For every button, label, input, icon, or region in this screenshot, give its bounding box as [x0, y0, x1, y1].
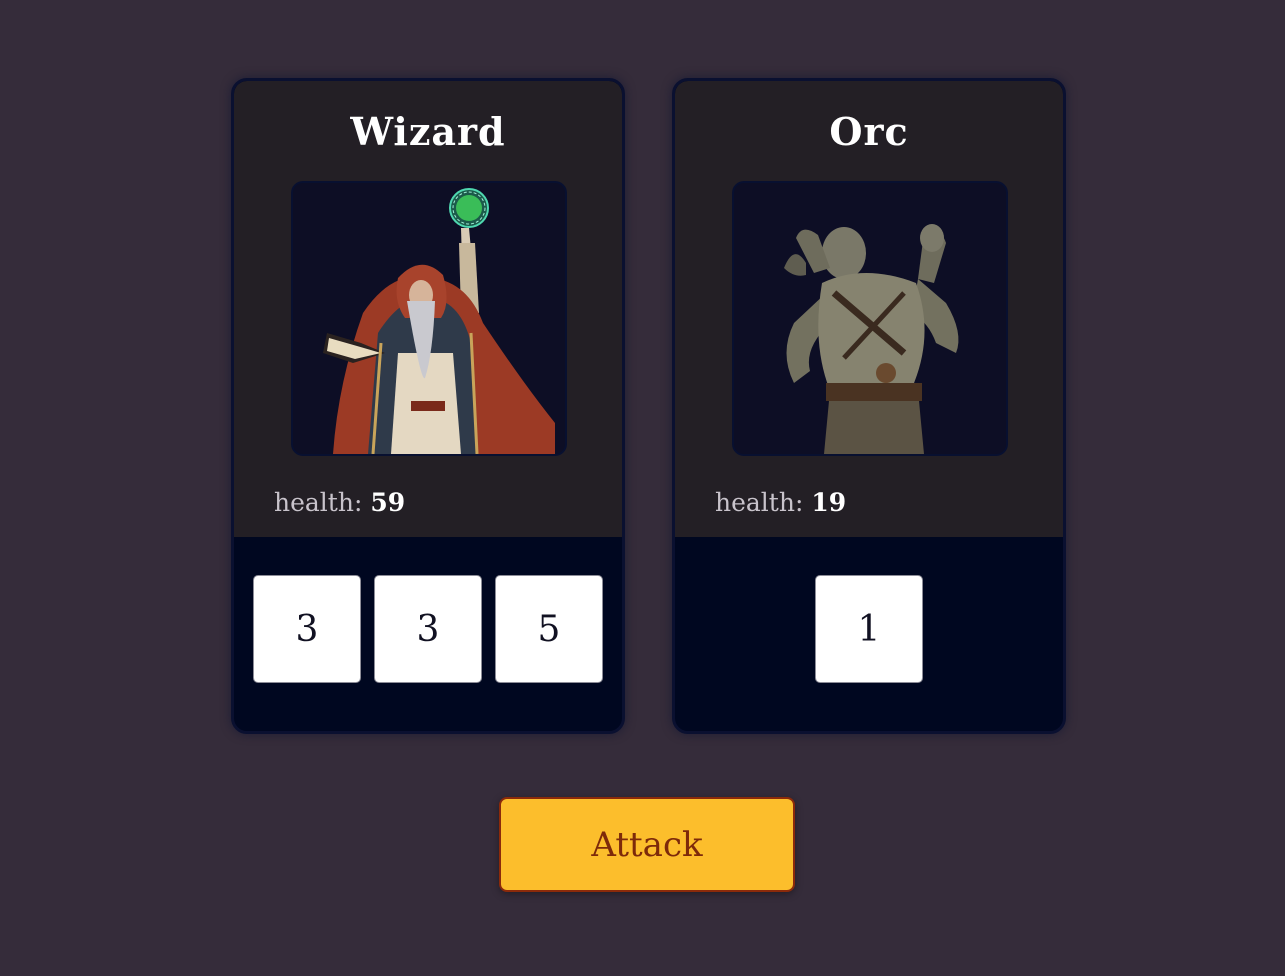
monster-card: Orc health: 19 1 — [672, 78, 1066, 734]
hero-card-top: Wizard health: 59 — [234, 81, 622, 537]
hero-die-2: 3 — [374, 575, 482, 683]
hero-die-3: 5 — [495, 575, 603, 683]
hero-card: Wizard health: 59 3 3 5 — [231, 78, 625, 734]
monster-name: Orc — [829, 109, 909, 154]
wizard-portrait — [291, 181, 567, 456]
hero-name: Wizard — [350, 109, 506, 154]
monster-health-label: health: — [715, 488, 804, 517]
hero-health: health: 59 — [274, 488, 405, 517]
monster-die-1: 1 — [815, 575, 923, 683]
monster-dice: 1 — [675, 575, 1063, 687]
hero-health-value: 59 — [370, 488, 406, 517]
orc-portrait — [732, 181, 1008, 456]
hero-health-label: health: — [274, 488, 363, 517]
monster-health: health: 19 — [715, 488, 846, 517]
monster-card-top: Orc health: 19 — [675, 81, 1063, 537]
monster-health-value: 19 — [811, 488, 847, 517]
game-stage: Wizard health: 59 3 3 5 Orc health: 19 1… — [0, 0, 1285, 976]
hero-dice: 3 3 5 — [234, 575, 622, 687]
attack-button[interactable]: Attack — [499, 797, 795, 892]
hero-die-1: 3 — [253, 575, 361, 683]
